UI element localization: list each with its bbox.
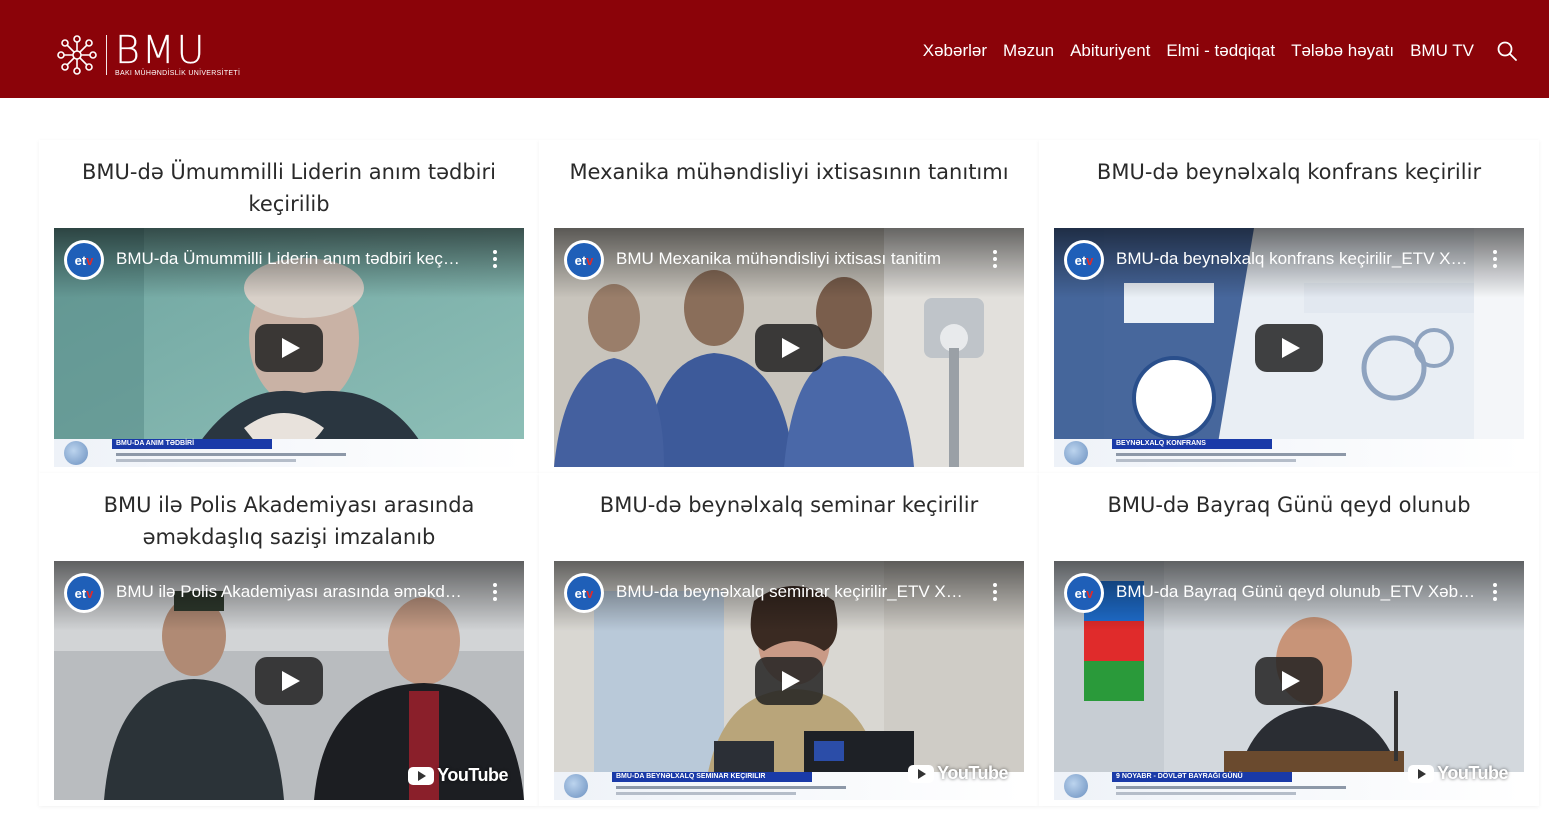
caption-line: [1116, 459, 1296, 462]
play-icon: [282, 671, 300, 691]
globe-icon: [1064, 441, 1088, 465]
youtube-embed[interactable]: et v BMU-da beynəlxalq seminar keçirilir_…: [554, 561, 1024, 800]
caption-line: [1116, 792, 1296, 795]
caption-line: [616, 786, 846, 789]
logo-text: BMU BAKI MÜHƏNDİSLİK UNİVERSİTETİ: [115, 27, 241, 78]
youtube-embed[interactable]: et v BMU ilə Polis Akademiyası arasında ə…: [54, 561, 524, 800]
channel-avatar[interactable]: et v: [1064, 573, 1104, 613]
caption-line: [116, 453, 346, 456]
video-title[interactable]: BMU Mexanika mühəndisliyi ixtisası tanit…: [616, 248, 986, 270]
play-button[interactable]: [755, 657, 823, 705]
more-options-icon[interactable]: [1492, 583, 1498, 603]
globe-icon: [1064, 774, 1088, 798]
play-button[interactable]: [255, 324, 323, 372]
card-title[interactable]: BMU-də beynəlxalq seminar keçirilir: [554, 489, 1024, 559]
more-options-icon[interactable]: [492, 583, 498, 603]
globe-icon: [64, 441, 88, 465]
video-title[interactable]: BMU-da beynəlxalq seminar keçirilir_ETV …: [616, 581, 986, 603]
caption-line: [116, 459, 296, 462]
nav-item-elmi-tedqiqat[interactable]: Elmi - tədqiqat: [1166, 41, 1275, 61]
etv-logo: et v: [1067, 576, 1101, 610]
card-title[interactable]: BMU-də Ümummilli Liderin anım tədbiri ke…: [54, 156, 524, 226]
etv-logo: et v: [567, 576, 601, 610]
etv-logo: et v: [67, 576, 101, 610]
play-icon: [782, 671, 800, 691]
youtube-label: YouTube: [437, 765, 508, 785]
news-lower-third: BEYNƏLXALQ KONFRANS: [1054, 439, 1524, 467]
nav-item-mezun[interactable]: Məzun: [1003, 41, 1054, 61]
nav-item-telebe-heyati[interactable]: Tələbə həyatı: [1291, 41, 1394, 61]
site-header: BMU BAKI MÜHƏNDİSLİK UNİVERSİTETİ Xəbərl…: [0, 0, 1549, 98]
lower-third-label: BMU-DA BEYNƏLXALQ SEMINAR KEÇIRILIR: [612, 772, 812, 782]
play-button[interactable]: [1255, 324, 1323, 372]
video-card: Mexanika mühəndisliyi ixtisasının tanıtı…: [539, 140, 1039, 473]
etv-logo: et v: [1067, 243, 1101, 277]
youtube-icon: [408, 766, 435, 785]
card-title[interactable]: BMU-də beynəlxalq konfrans keçirilir: [1054, 156, 1524, 226]
lower-third-label: BEYNƏLXALQ KONFRANS: [1112, 439, 1272, 449]
channel-avatar[interactable]: et v: [64, 573, 104, 613]
play-icon: [782, 338, 800, 358]
nav-item-bmu-tv[interactable]: BMU TV: [1410, 41, 1474, 61]
youtube-embed[interactable]: et v BMU-da Ümummilli Liderin anım tədbir…: [54, 228, 524, 467]
card-title[interactable]: BMU ilə Polis Akademiyası arasında əməkd…: [54, 489, 524, 559]
channel-avatar[interactable]: et v: [564, 573, 604, 613]
video-title[interactable]: BMU-da Bayraq Günü qeyd olunub_ETV Xəb…: [1116, 581, 1486, 603]
card-title[interactable]: BMU-də Bayraq Günü qeyd olunub: [1054, 489, 1524, 559]
caption-line: [1116, 786, 1346, 789]
logo-wordmark: BMU: [115, 27, 207, 72]
video-title[interactable]: BMU-da beynəlxalq konfrans keçirilir_ETV…: [1116, 248, 1486, 270]
globe-icon: [564, 774, 588, 798]
logo-subtitle: BAKI MÜHƏNDİSLİK UNİVERSİTETİ: [115, 69, 241, 77]
video-card: BMU-də Ümummilli Liderin anım tədbiri ke…: [39, 140, 539, 473]
main-nav: Xəbərlər Məzun Abituriyent Elmi - tədqiq…: [907, 40, 1518, 62]
play-icon: [1282, 338, 1300, 358]
youtube-icon: [908, 764, 935, 783]
youtube-embed[interactable]: et v BMU-da Bayraq Günü qeyd olunub_ETV X…: [1054, 561, 1524, 800]
molecule-logo-icon: [57, 35, 97, 75]
caption-line: [1116, 453, 1346, 456]
video-title[interactable]: BMU ilə Polis Akademiyası arasında əməkd…: [116, 581, 486, 603]
play-button[interactable]: [255, 657, 323, 705]
nav-item-abituriyent[interactable]: Abituriyent: [1070, 41, 1150, 61]
more-options-icon[interactable]: [492, 250, 498, 270]
youtube-label: YouTube: [1437, 763, 1508, 783]
channel-avatar[interactable]: et v: [564, 240, 604, 280]
video-card: BMU-də beynəlxalq konfrans keçirilir et v…: [1039, 140, 1539, 473]
etv-logo: et v: [67, 243, 101, 277]
news-lower-third: BMU-DA ANIM TƏDBİRİ: [54, 439, 524, 467]
play-icon: [282, 338, 300, 358]
caption-line: [616, 792, 796, 795]
youtube-embed[interactable]: et v BMU-da beynəlxalq konfrans keçirilir…: [1054, 228, 1524, 467]
nav-item-xeberler[interactable]: Xəbərlər: [923, 41, 987, 61]
play-button[interactable]: [1255, 657, 1323, 705]
lower-third-label: BMU-DA ANIM TƏDBİRİ: [112, 439, 272, 449]
etv-logo: et v: [567, 243, 601, 277]
more-options-icon[interactable]: [992, 250, 998, 270]
video-title[interactable]: BMU-da Ümummilli Liderin anım tədbiri ke…: [116, 248, 486, 270]
youtube-watermark[interactable]: YouTube: [1408, 763, 1508, 784]
youtube-icon: [1408, 764, 1435, 783]
search-icon[interactable]: [1496, 40, 1518, 62]
youtube-watermark[interactable]: YouTube: [908, 763, 1008, 784]
more-options-icon[interactable]: [992, 583, 998, 603]
card-title[interactable]: Mexanika mühəndisliyi ixtisasının tanıtı…: [554, 156, 1024, 226]
video-card: BMU-də Bayraq Günü qeyd olunub et v BMU-d…: [1039, 473, 1539, 806]
lower-third-label: 9 NOYABR - DÖVLƏT BAYRAĞI GÜNÜ: [1112, 772, 1292, 782]
bmu-logo[interactable]: BMU BAKI MÜHƏNDİSLİK UNİVERSİTETİ: [56, 27, 241, 78]
logo-divider: [106, 35, 107, 75]
channel-avatar[interactable]: et v: [1064, 240, 1104, 280]
more-options-icon[interactable]: [1492, 250, 1498, 270]
play-button[interactable]: [755, 324, 823, 372]
youtube-watermark[interactable]: YouTube: [408, 765, 508, 786]
video-card: BMU-də beynəlxalq seminar keçirilir et v …: [539, 473, 1039, 806]
play-icon: [1282, 671, 1300, 691]
video-card: BMU ilə Polis Akademiyası arasında əməkd…: [39, 473, 539, 806]
channel-avatar[interactable]: et v: [64, 240, 104, 280]
youtube-embed[interactable]: et v BMU Mexanika mühəndisliyi ixtisası t…: [554, 228, 1024, 467]
youtube-label: YouTube: [937, 763, 1008, 783]
